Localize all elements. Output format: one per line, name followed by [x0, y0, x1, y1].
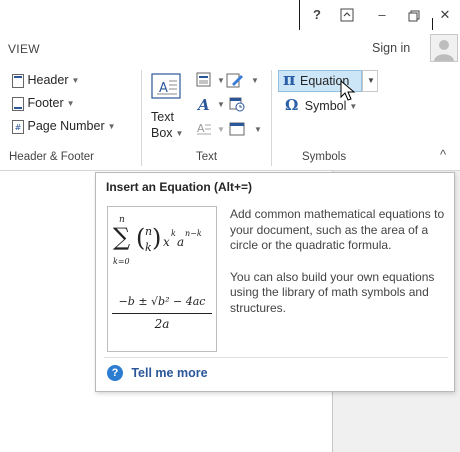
text-box-icon: A: [151, 73, 181, 99]
avatar[interactable]: [430, 34, 458, 62]
equation-dropdown-button[interactable]: ▼: [362, 70, 378, 92]
help-icon: ?: [107, 365, 123, 381]
exp-k: k: [171, 229, 176, 238]
calendar-clock-icon: [229, 97, 245, 112]
quadratic-numerator: −b ± √b² − 4ac: [118, 295, 206, 308]
signature-line-icon: [226, 73, 243, 88]
wordart-button[interactable]: A ▼: [196, 96, 226, 114]
page-number-button[interactable]: # Page Number ▼: [12, 116, 116, 136]
tooltip-divider: [104, 357, 448, 358]
header-label: Header: [27, 73, 69, 87]
chevron-down-icon: ▼: [175, 129, 184, 139]
help-button[interactable]: ?: [306, 4, 328, 26]
tell-me-more-label: Tell me more: [131, 366, 208, 380]
wordart-icon: A: [196, 96, 210, 114]
group-label-symbols: Symbols: [302, 151, 347, 163]
user-avatar-icon: [434, 40, 454, 61]
text-box-label-line2: Box ▼: [151, 126, 184, 140]
symbol-button[interactable]: Ω Symbol ▼: [285, 95, 357, 115]
page-number-label: Page Number: [27, 119, 105, 133]
exp-n-minus-k: n−k: [185, 229, 202, 238]
group-separator: [271, 70, 272, 166]
binomial-formula: n ∑ k=0 ( n k ) x k a n−k: [108, 207, 216, 279]
chevron-down-icon: ▼: [217, 76, 225, 85]
fraction-bar: [112, 313, 212, 314]
quadratic-denominator: 2a: [154, 317, 170, 331]
restore-icon: [408, 10, 420, 22]
footer-icon: [12, 96, 24, 111]
var-x: x: [163, 235, 170, 249]
chevron-down-icon: ▼: [71, 75, 80, 85]
text-box-label-line1: Text: [151, 110, 174, 124]
ribbon-display-icon: [340, 8, 354, 22]
tooltip-desc-para2: You can also build your own equations us…: [230, 269, 435, 315]
binom-bottom: k: [145, 241, 152, 254]
symbol-label: Symbol: [304, 99, 347, 113]
tooltip-description: Add common mathematical equations to you…: [230, 207, 448, 316]
right-paren: ): [152, 224, 162, 252]
pi-icon: π: [283, 70, 296, 90]
tooltip-title: Insert an Equation (Alt+=): [106, 180, 253, 194]
chevron-down-icon: ▼: [107, 121, 116, 131]
signature-line-button[interactable]: ▼: [226, 72, 262, 90]
var-a: a: [177, 235, 185, 249]
ribbon-display-options-button[interactable]: [336, 4, 358, 26]
close-button[interactable]: ✕: [434, 4, 456, 26]
group-separator: [141, 70, 142, 166]
drop-cap-icon: A: [197, 122, 211, 135]
footer-label: Footer: [27, 96, 64, 110]
date-time-button[interactable]: [229, 96, 249, 114]
page-number-icon: #: [12, 119, 24, 134]
group-label-text: Text: [196, 151, 218, 163]
sigma-symbol: ∑: [113, 223, 131, 251]
svg-text:A: A: [197, 122, 205, 135]
chevron-down-icon: ▼: [217, 100, 225, 109]
quick-parts-icon: [196, 72, 211, 87]
header-button[interactable]: Header ▼: [12, 70, 79, 90]
restore-button[interactable]: [403, 4, 425, 26]
chevron-down-icon: ▼: [349, 101, 358, 111]
svg-text:A: A: [196, 96, 210, 112]
left-paren: (: [136, 224, 146, 252]
tab-view[interactable]: VIEW: [8, 42, 40, 56]
chevron-down-icon: ▼: [66, 98, 75, 108]
svg-text:#: #: [15, 123, 22, 132]
collapse-ribbon-button[interactable]: ^: [440, 147, 446, 162]
quick-parts-button[interactable]: ▼: [196, 72, 226, 90]
chevron-down-icon: ▼: [367, 76, 375, 85]
object-button[interactable]: ▼: [229, 121, 265, 139]
chevron-down-icon: ▼: [217, 125, 225, 134]
tooltip-equation-preview: n ∑ k=0 ( n k ) x k a n−k −b ± √b² − 4ac…: [107, 206, 217, 352]
quadratic-formula: −b ± √b² − 4ac 2a: [108, 295, 216, 345]
omega-icon: Ω: [285, 96, 299, 114]
equation-tooltip: Insert an Equation (Alt+=) n ∑ k=0 ( n k…: [95, 172, 455, 392]
chevron-down-icon: ▼: [254, 125, 262, 134]
header-icon: [12, 73, 24, 88]
sign-in-link[interactable]: Sign in: [372, 41, 410, 55]
chevron-down-icon: ▼: [251, 76, 259, 85]
sum-lower-limit: k=0: [113, 257, 130, 266]
group-label-header-footer: Header & Footer: [9, 151, 95, 163]
text-box-button[interactable]: A Text Box ▼: [149, 72, 185, 148]
tell-me-more-link[interactable]: ? Tell me more: [107, 365, 208, 383]
minimize-button[interactable]: –: [371, 4, 393, 26]
object-icon: [229, 122, 245, 136]
tooltip-desc-para1: Add common mathematical equations to you…: [230, 207, 445, 252]
drop-cap-button[interactable]: A ▼: [196, 121, 226, 139]
footer-button[interactable]: Footer ▼: [12, 93, 75, 113]
